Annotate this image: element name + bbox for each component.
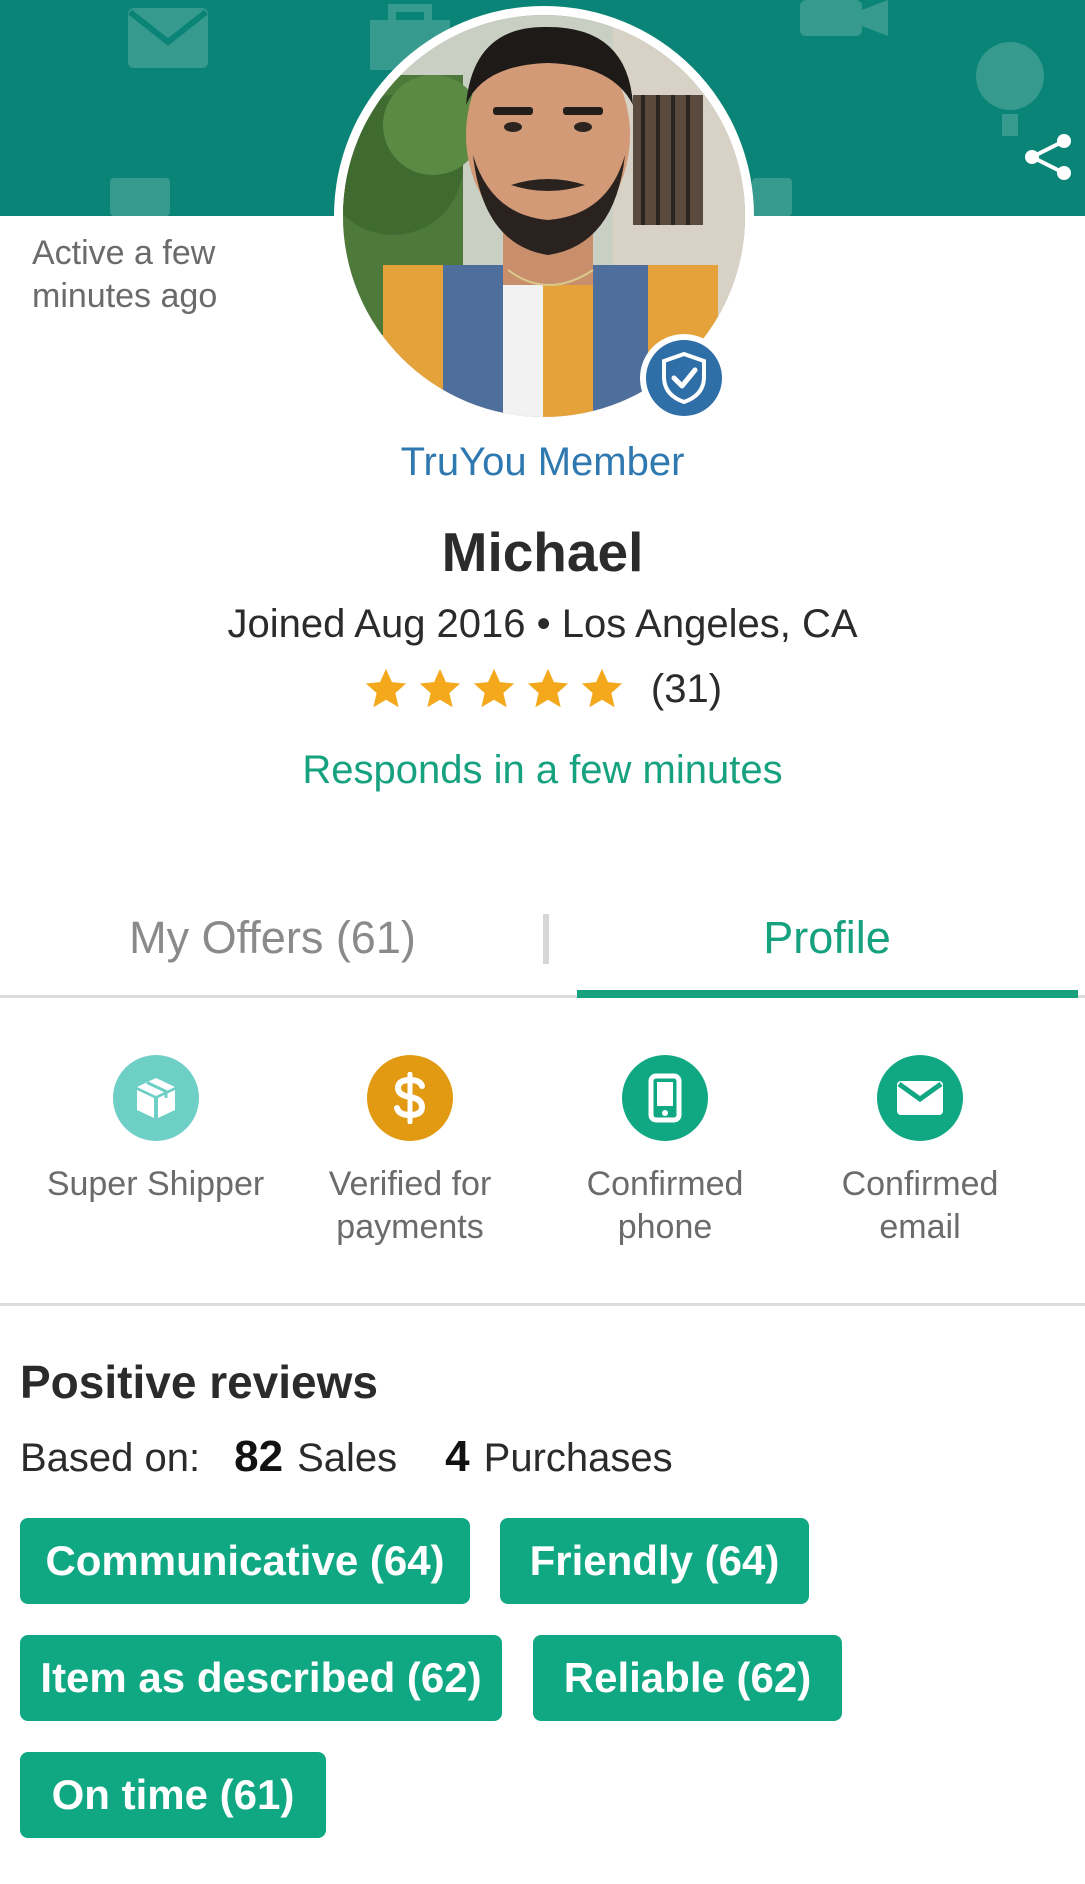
badge-confirmed-email[interactable]: Confirmed email	[792, 1055, 1047, 1249]
badge-super-shipper[interactable]: Super Shipper	[28, 1055, 283, 1206]
review-tag-on-time[interactable]: On time (61)	[20, 1752, 326, 1838]
camera-decoration-icon	[800, 0, 888, 36]
section-divider	[0, 1303, 1085, 1306]
star-icon	[473, 668, 515, 708]
activity-status: Active a few minutes ago	[32, 234, 218, 315]
purchases-label: Purchases	[483, 1436, 673, 1480]
badge-label: Confirmed email	[841, 1165, 999, 1246]
item-decoration-icon	[110, 178, 170, 216]
star-icon	[365, 668, 407, 708]
tab-divider	[543, 914, 549, 964]
rating[interactable]: (31)	[0, 666, 1085, 712]
badge-label: Verified for payments	[328, 1165, 492, 1246]
review-tag-communicative[interactable]: Communicative (64)	[20, 1518, 470, 1604]
sales-label: Sales	[297, 1436, 398, 1480]
sales-count: 82	[234, 1432, 284, 1481]
badge-label: Super Shipper	[46, 1165, 265, 1203]
item-decoration-icon	[752, 178, 792, 216]
user-name: Michael	[441, 521, 644, 583]
review-tag-friendly[interactable]: Friendly (64)	[500, 1518, 809, 1604]
tab-profile[interactable]: Profile	[577, 900, 1077, 998]
truyou-member-link[interactable]: TruYou Member	[0, 440, 1085, 485]
shield-check-icon	[662, 351, 706, 405]
tab-my-offers[interactable]: My Offers (61)	[0, 900, 545, 998]
badge-confirmed-phone[interactable]: Confirmed phone	[537, 1055, 792, 1249]
rating-count: (31)	[650, 666, 723, 711]
star-icon	[419, 668, 461, 708]
verified-badge	[640, 334, 728, 422]
star-icon	[527, 668, 569, 708]
reviews-based-on: Based on: 82 Sales 4 Purchases	[20, 1432, 673, 1482]
share-icon[interactable]	[1022, 132, 1074, 182]
badge-label: Confirmed phone	[586, 1165, 744, 1246]
envelope-decoration-icon	[128, 8, 208, 68]
joined-location: Joined Aug 2016 • Los Angeles, CA	[227, 602, 858, 646]
profile-tabs: My Offers (61) Profile	[0, 900, 1085, 998]
review-tag-reliable[interactable]: Reliable (62)	[533, 1635, 842, 1721]
star-icon	[581, 668, 623, 708]
badge-verified-payments[interactable]: Verified for payments	[282, 1055, 537, 1249]
response-time: Responds in a few minutes	[302, 748, 783, 792]
based-on-label: Based on:	[20, 1436, 201, 1480]
trust-badges: Super Shipper Verified for payments Conf…	[0, 1055, 1085, 1255]
phone-icon	[621, 1055, 708, 1141]
balloon-decoration-icon	[976, 42, 1044, 136]
positive-reviews-title: Positive reviews	[20, 1356, 378, 1408]
purchases-count: 4	[445, 1432, 470, 1481]
active-tab-indicator	[577, 990, 1078, 998]
review-tag-item-as-described[interactable]: Item as described (62)	[20, 1635, 502, 1721]
envelope-icon	[876, 1055, 963, 1141]
dollar-icon	[366, 1055, 453, 1141]
box-icon	[112, 1055, 199, 1141]
profile-page: Active a few minutes ago TruYou Member M…	[0, 0, 1085, 1884]
